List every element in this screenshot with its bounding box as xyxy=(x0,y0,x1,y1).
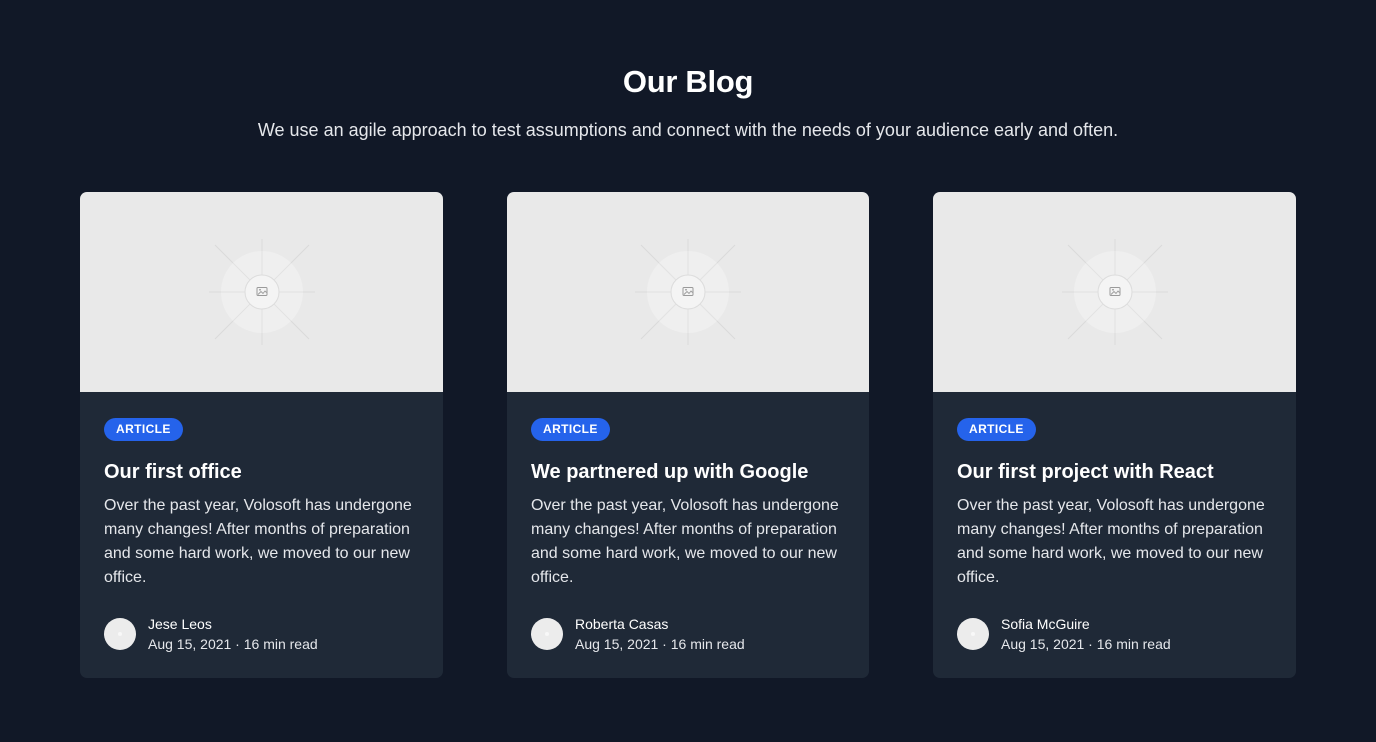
blog-card[interactable]: ARTICLE We partnered up with Google Over… xyxy=(507,192,869,678)
image-placeholder-icon xyxy=(208,239,315,345)
blog-card-title[interactable]: We partnered up with Google xyxy=(531,459,851,485)
blog-card-title[interactable]: Our first project with React xyxy=(957,459,1277,485)
author-info: Sofia McGuire Aug 15, 2021 · 16 min read xyxy=(957,615,1277,657)
article-badge[interactable]: ARTICLE xyxy=(531,418,610,441)
blog-card-excerpt: Over the past year, Volosoft has undergo… xyxy=(957,497,1265,586)
image-placeholder-icon xyxy=(635,239,741,345)
image-placeholder-icon xyxy=(1061,239,1168,345)
avatar xyxy=(104,618,136,650)
author-info: Jese Leos Aug 15, 2021 · 16 min read xyxy=(104,615,424,657)
page-subtitle: We use an agile approach to test assumpt… xyxy=(257,120,1119,140)
author-name[interactable]: Jese Leos xyxy=(148,615,212,633)
article-badge[interactable]: ARTICLE xyxy=(957,418,1036,441)
avatar xyxy=(957,618,989,650)
page-title: Our Blog xyxy=(622,64,754,99)
post-meta: Aug 15, 2021 · 16 min read xyxy=(1001,636,1171,652)
blog-card-image[interactable] xyxy=(507,192,869,392)
blog-section: Our Blog We use an agile approach to tes… xyxy=(0,0,1376,742)
article-badge[interactable]: ARTICLE xyxy=(104,418,183,441)
author-name[interactable]: Sofia McGuire xyxy=(1001,615,1090,633)
blog-card[interactable]: ARTICLE Our first project with React Ove… xyxy=(933,192,1296,678)
blog-card-excerpt: Over the past year, Volosoft has undergo… xyxy=(531,497,839,586)
blog-card[interactable]: ARTICLE Our first office Over the past y… xyxy=(80,192,443,678)
blog-card-excerpt: Over the past year, Volosoft has undergo… xyxy=(104,497,412,586)
blog-card-title[interactable]: Our first office xyxy=(104,459,424,485)
avatar xyxy=(531,618,563,650)
blog-card-image[interactable] xyxy=(80,192,443,392)
blog-card-image[interactable] xyxy=(933,192,1296,392)
author-info: Roberta Casas Aug 15, 2021 · 16 min read xyxy=(531,615,851,657)
author-name[interactable]: Roberta Casas xyxy=(575,615,668,633)
post-meta: Aug 15, 2021 · 16 min read xyxy=(148,636,318,652)
post-meta: Aug 15, 2021 · 16 min read xyxy=(575,636,745,652)
